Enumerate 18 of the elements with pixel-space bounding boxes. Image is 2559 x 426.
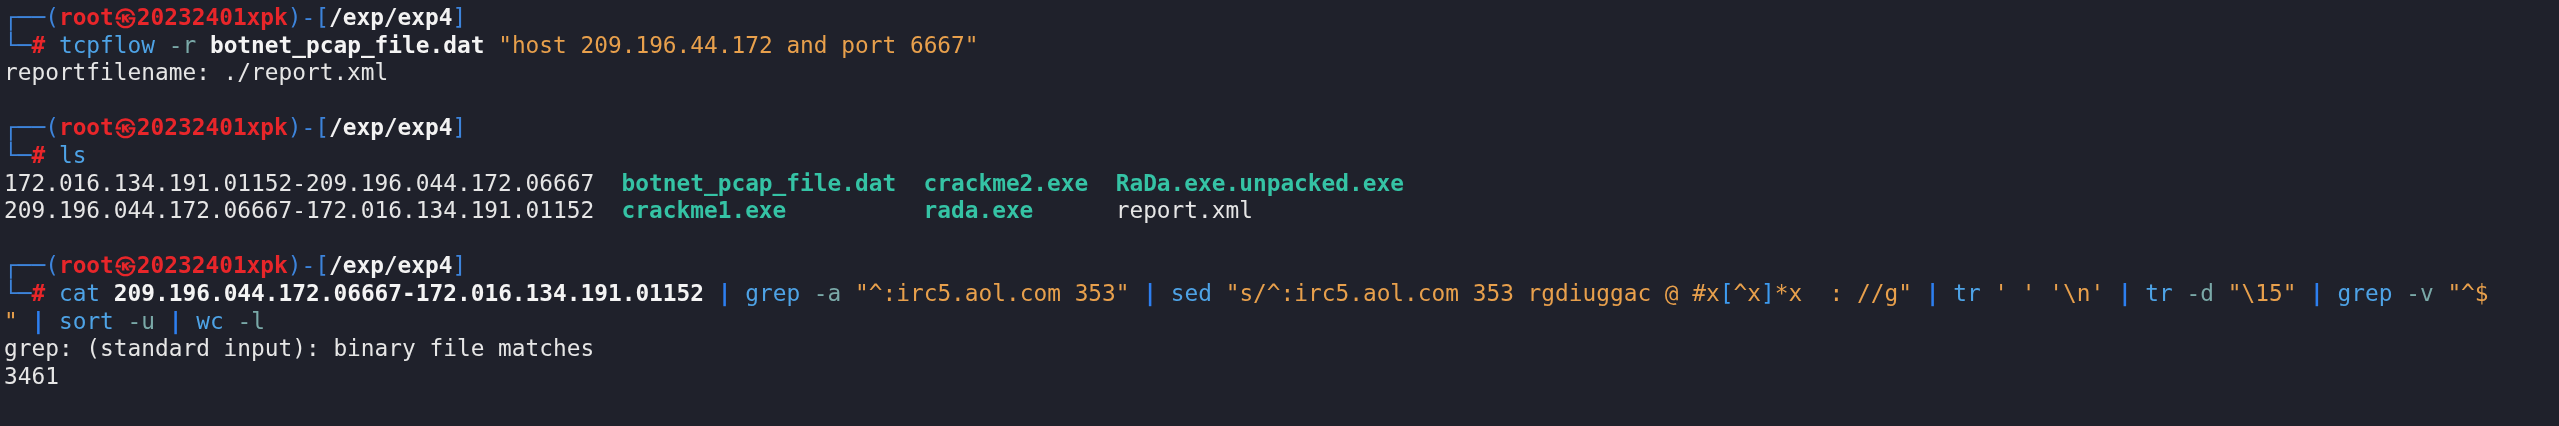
command-line: └─# cat 209.196.044.172.06667-172.016.134.191.01152 | grep -a "^:irc5.aol.com 353" | sed "s/^:irc5.aol.com 353 rgdiuggac @ #x[^x]*x : //g" | tr ' ' '\n' | tr -d "\15" | grep -v "^$	[4, 279, 2489, 308]
command-line: └─# ls	[4, 141, 87, 170]
prompt-line: ┌──(root㉿20232401xpk)-[/exp/exp4]	[4, 4, 467, 31]
prompt-line: ┌──(root㉿20232401xpk)-[/exp/exp4]	[4, 114, 467, 141]
output-line: grep: (standard input): binary file matches	[4, 335, 595, 363]
file-name: crackme2.exe	[923, 169, 1089, 198]
file-name: 209.196.044.172.06667-172.016.134.191.01152	[4, 197, 595, 225]
command-line: └─# tcpflow -r botnet_pcap_file.dat "host 209.196.44.172 and port 6667"	[4, 31, 979, 60]
file-name: crackme1.exe	[621, 197, 788, 225]
file-name: report.xml	[1115, 197, 1254, 225]
file-name: 172.016.134.191.01152-209.196.044.172.06667	[4, 169, 595, 198]
command-line: " | sort -u | wc -l	[4, 307, 265, 336]
file-name: botnet_pcap_file.dat	[621, 169, 897, 198]
prompt-line: ┌──(root㉿20232401xpk)-[/exp/exp4]	[4, 252, 467, 279]
file-name: rada.exe	[923, 197, 1035, 225]
output-line: reportfilename: ./report.xml	[4, 59, 389, 87]
output-line: 3461	[4, 362, 59, 391]
file-name: RaDa.exe.unpacked.exe	[1115, 169, 1404, 198]
